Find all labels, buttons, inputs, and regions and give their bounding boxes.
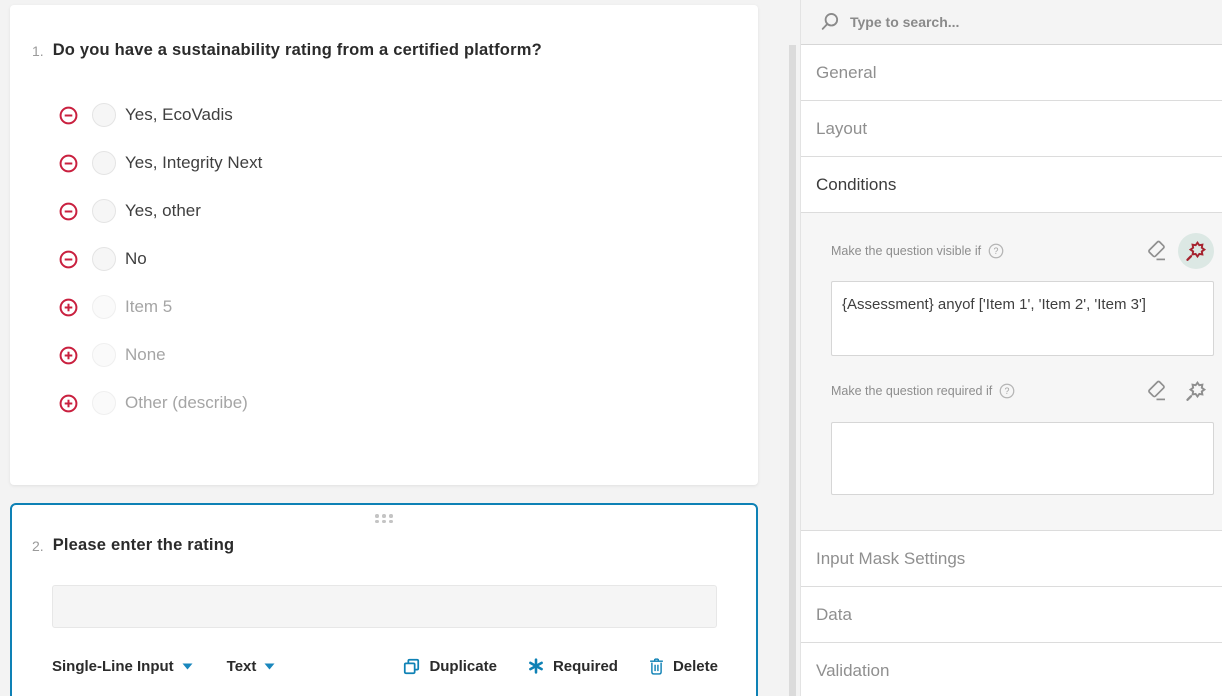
property-search [801,0,1222,45]
required-if-editor[interactable] [831,422,1214,495]
radio-button[interactable] [92,151,116,175]
chevron-down-icon [182,663,193,670]
search-icon [819,11,841,33]
radio-button[interactable] [92,199,116,223]
copy-icon [402,657,421,676]
choice-row: Yes, Integrity Next [59,139,262,187]
trash-icon [648,657,665,676]
question-header: 2. Please enter the rating [32,536,234,555]
visible-if-label: Make the question visible if [831,244,981,258]
asterisk-icon [527,657,545,675]
choice-label[interactable]: Yes, Integrity Next [125,153,262,173]
visible-if-row: Make the question visible if ? [831,233,1214,269]
choice-row: Yes, EcoVadis [59,91,262,139]
add-choice-button[interactable] [59,298,78,317]
input-type-dropdown[interactable]: Text [227,658,276,675]
chevron-down-icon [264,663,275,670]
required-if-label: Make the question required if [831,384,992,398]
clear-required-if-button[interactable] [1143,378,1169,404]
help-icon[interactable]: ? [988,243,1004,259]
panel-scrollbar[interactable] [789,45,796,696]
choice-label[interactable]: No [125,249,147,269]
required-toggle[interactable]: Required [527,657,618,675]
radio-button[interactable] [92,103,116,127]
visible-if-editor[interactable]: {Assessment} anyof ['Item 1', 'Item 2', … [831,281,1214,356]
choice-row-ghost: Other (describe) [59,379,262,427]
choice-list: Yes, EcoVadis Yes, Integrity Next Yes, o… [59,91,262,427]
accordion-section-data[interactable]: Data [801,587,1222,643]
radio-button[interactable] [92,247,116,271]
remove-choice-button[interactable] [59,202,78,221]
choice-label[interactable]: Yes, other [125,201,201,221]
svg-text:?: ? [1005,386,1010,396]
question-number: 1. [32,41,44,59]
remove-choice-button[interactable] [59,154,78,173]
plus-circle-icon [61,347,77,363]
remove-choice-button[interactable] [59,106,78,125]
delete-button[interactable]: Delete [648,657,718,676]
question-type-dropdown[interactable]: Single-Line Input [52,658,193,675]
question-card-2-selected[interactable]: 2. Please enter the rating Single-Line I… [10,503,758,696]
choice-label[interactable]: Item 5 [125,297,172,317]
choice-row-ghost: Item 5 [59,283,262,331]
question-number: 2. [32,536,44,554]
accordion-section-validation[interactable]: Validation [801,643,1222,696]
visible-if-wizard-button[interactable] [1178,233,1214,269]
radio-button[interactable] [92,391,116,415]
drag-handle[interactable] [375,514,393,523]
question-title: Do you have a sustainability rating from… [53,41,542,60]
question-header: 1. Do you have a sustainability rating f… [32,41,542,60]
accordion-section-conditions[interactable]: Conditions [801,157,1222,213]
accordion-section-general[interactable]: General [801,45,1222,101]
plus-circle-icon [61,395,77,411]
answer-input[interactable] [52,585,717,628]
plus-circle-icon [61,299,77,315]
minus-circle-icon [61,155,77,171]
choice-row-ghost: None [59,331,262,379]
question-toolbar: Single-Line Input Text Duplicate Require… [52,653,718,679]
conditions-section-body: Make the question visible if ? {Assessme… [801,213,1222,531]
accordion-section-layout[interactable]: Layout [801,101,1222,157]
accordion-section-input-mask-settings[interactable]: Input Mask Settings [801,531,1222,587]
minus-circle-icon [61,107,77,123]
clear-visible-if-button[interactable] [1143,238,1169,264]
duplicate-button[interactable]: Duplicate [402,657,497,676]
property-panel: General Layout Conditions Make the quest… [800,0,1222,696]
choice-row: No [59,235,262,283]
help-icon[interactable]: ? [999,383,1015,399]
minus-circle-icon [61,203,77,219]
radio-button[interactable] [92,295,116,319]
add-choice-button[interactable] [59,394,78,413]
choice-row: Yes, other [59,187,262,235]
search-input[interactable] [850,14,1150,30]
remove-choice-button[interactable] [59,250,78,269]
svg-text:?: ? [994,246,999,256]
minus-circle-icon [61,251,77,267]
eraser-icon [1143,238,1169,264]
choice-label[interactable]: Other (describe) [125,393,248,413]
wizard-icon [1184,239,1209,264]
eraser-icon [1143,378,1169,404]
choice-label[interactable]: None [125,345,166,365]
radio-button[interactable] [92,343,116,367]
wizard-icon [1184,379,1209,404]
question-title: Please enter the rating [53,536,235,555]
required-if-wizard-button[interactable] [1178,373,1214,409]
question-card-1[interactable]: 1. Do you have a sustainability rating f… [10,5,758,485]
choice-label[interactable]: Yes, EcoVadis [125,105,233,125]
add-choice-button[interactable] [59,346,78,365]
required-if-row: Make the question required if ? [831,373,1214,409]
